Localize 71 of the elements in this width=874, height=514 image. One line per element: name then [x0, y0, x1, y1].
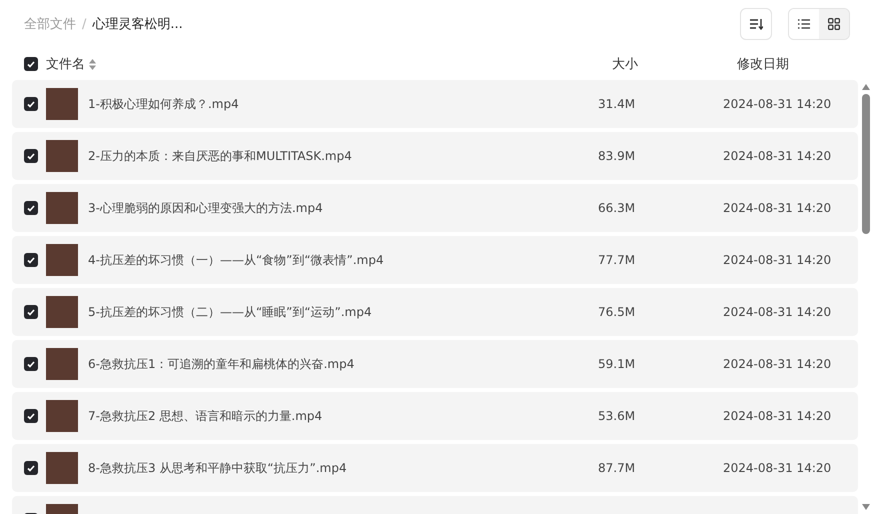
- video-thumbnail-placeholder: [46, 140, 78, 172]
- check-icon: [27, 60, 35, 68]
- checkbox[interactable]: [24, 97, 38, 111]
- check-icon: [27, 256, 35, 264]
- video-thumbnail-placeholder: [46, 452, 78, 484]
- video-thumbnail-placeholder: [46, 400, 78, 432]
- file-size: 77.7M: [598, 253, 636, 267]
- modified-date: 2024-08-31 14:20: [723, 97, 832, 111]
- check-icon: [27, 152, 35, 160]
- file-name: 5-抗压差的坏习惯（二）——从“睡眠”到“运动”.mp4: [88, 304, 373, 320]
- file-row[interactable]: 1-积极心理如何养成？.mp4 31.4M 2024-08-31 14:20: [12, 80, 858, 128]
- video-thumbnail-placeholder: [46, 348, 78, 380]
- list-icon: [798, 19, 810, 29]
- video-thumbnail-placeholder: [46, 296, 78, 328]
- column-header[interactable]: 修改日期: [737, 55, 789, 73]
- file-size: 66.3M: [598, 201, 636, 215]
- file-row[interactable]: 7-急救抗压2 思想、语言和暗示的力量.mp4 53.6M 2024-08-31 14:20: [12, 392, 858, 440]
- modified-date: 2024-08-31 14:20: [723, 461, 832, 475]
- file-row[interactable]: 8-急救抗压3 从思考和平静中获取“抗压力”.mp4 87.7M 2024-08-31 14:20: [12, 444, 858, 492]
- checkbox[interactable]: [24, 409, 38, 423]
- grid-icon: [828, 18, 840, 30]
- scroll-up-icon[interactable]: [862, 84, 870, 90]
- file-row[interactable]: 4-抗压差的坏习惯（一）——从“食物”到“微表情”.mp4 77.7M 2024-08-31 14:20: [12, 236, 858, 284]
- file-size: 87.7M: [598, 461, 636, 475]
- video-thumbnail-placeholder: [46, 192, 78, 224]
- check-icon: [27, 100, 35, 108]
- breadcrumb-separator: /: [82, 16, 86, 32]
- modified-date: 2024-08-31 14:20: [723, 305, 832, 319]
- scroll-down-icon[interactable]: [862, 504, 870, 510]
- sort-icon: [749, 18, 763, 30]
- check-icon: [27, 204, 35, 212]
- file-name: 2-压力的本质：来自厌恶的事和MULTITASK.mp4: [88, 148, 353, 164]
- sort-button[interactable]: [740, 8, 772, 40]
- check-icon: [27, 464, 35, 472]
- file-name: 4-抗压差的坏习惯（一）——从“食物”到“微表情”.mp4: [88, 252, 385, 268]
- file-name: 3-心理脆弱的原因和心理变强大的方法.mp4: [88, 200, 324, 216]
- file-name: 7-急救抗压2 思想、语言和暗示的力量.mp4: [88, 408, 324, 424]
- modified-date: 2024-08-31 14:20: [723, 149, 832, 163]
- video-thumbnail-placeholder: [46, 244, 78, 276]
- checkbox[interactable]: [24, 253, 38, 267]
- checkbox[interactable]: [24, 357, 38, 371]
- file-name: 1-积极心理如何养成？.mp4: [88, 96, 240, 112]
- file-size: 53.6M: [598, 409, 636, 423]
- checkbox[interactable]: [24, 57, 38, 71]
- sort-arrows-icon[interactable]: [89, 58, 96, 70]
- checkbox[interactable]: [24, 149, 38, 163]
- modified-date: 2024-08-31 14:20: [723, 409, 832, 423]
- checkbox[interactable]: [24, 305, 38, 319]
- file-name: 8-急救抗压3 从思考和平静中获取“抗压力”.mp4: [88, 460, 348, 476]
- check-icon: [27, 412, 35, 420]
- scrollbar-thumb[interactable]: [862, 94, 870, 234]
- file-size: 59.1M: [598, 357, 636, 371]
- modified-date: 2024-08-31 14:20: [723, 253, 832, 267]
- check-icon: [27, 308, 35, 316]
- column-header[interactable]: 文件名: [46, 55, 85, 73]
- file-row[interactable]: 5-抗压差的坏习惯（二）——从“睡眠”到“运动”.mp4 76.5M 2024-08-31 14:20: [12, 288, 858, 336]
- file-size: 76.5M: [598, 305, 636, 319]
- video-thumbnail-placeholder: [46, 88, 78, 120]
- column-header[interactable]: 大小: [612, 55, 737, 73]
- checkbox[interactable]: [24, 461, 38, 475]
- file-row[interactable]: 3-心理脆弱的原因和心理变强大的方法.mp4 66.3M 2024-08-31 14:20: [12, 184, 858, 232]
- check-icon: [27, 360, 35, 368]
- file-row[interactable]: 6-急救抗压1：可追溯的童年和扁桃体的兴奋.mp4 59.1M 2024-08-31 14:20: [12, 340, 858, 388]
- checkbox[interactable]: [24, 201, 38, 215]
- file-row[interactable]: 2-压力的本质：来自厌恶的事和MULTITASK.mp4 83.9M 2024-08-31 14:20: [12, 132, 858, 180]
- modified-date: 2024-08-31 14:20: [723, 357, 832, 371]
- modified-date: 2024-08-31 14:20: [723, 201, 832, 215]
- grid-view-button[interactable]: [819, 9, 849, 39]
- file-size: 83.9M: [598, 149, 636, 163]
- file-name: 6-急救抗压1：可追溯的童年和扁桃体的兴奋.mp4: [88, 356, 356, 372]
- file-size: 31.4M: [598, 97, 636, 111]
